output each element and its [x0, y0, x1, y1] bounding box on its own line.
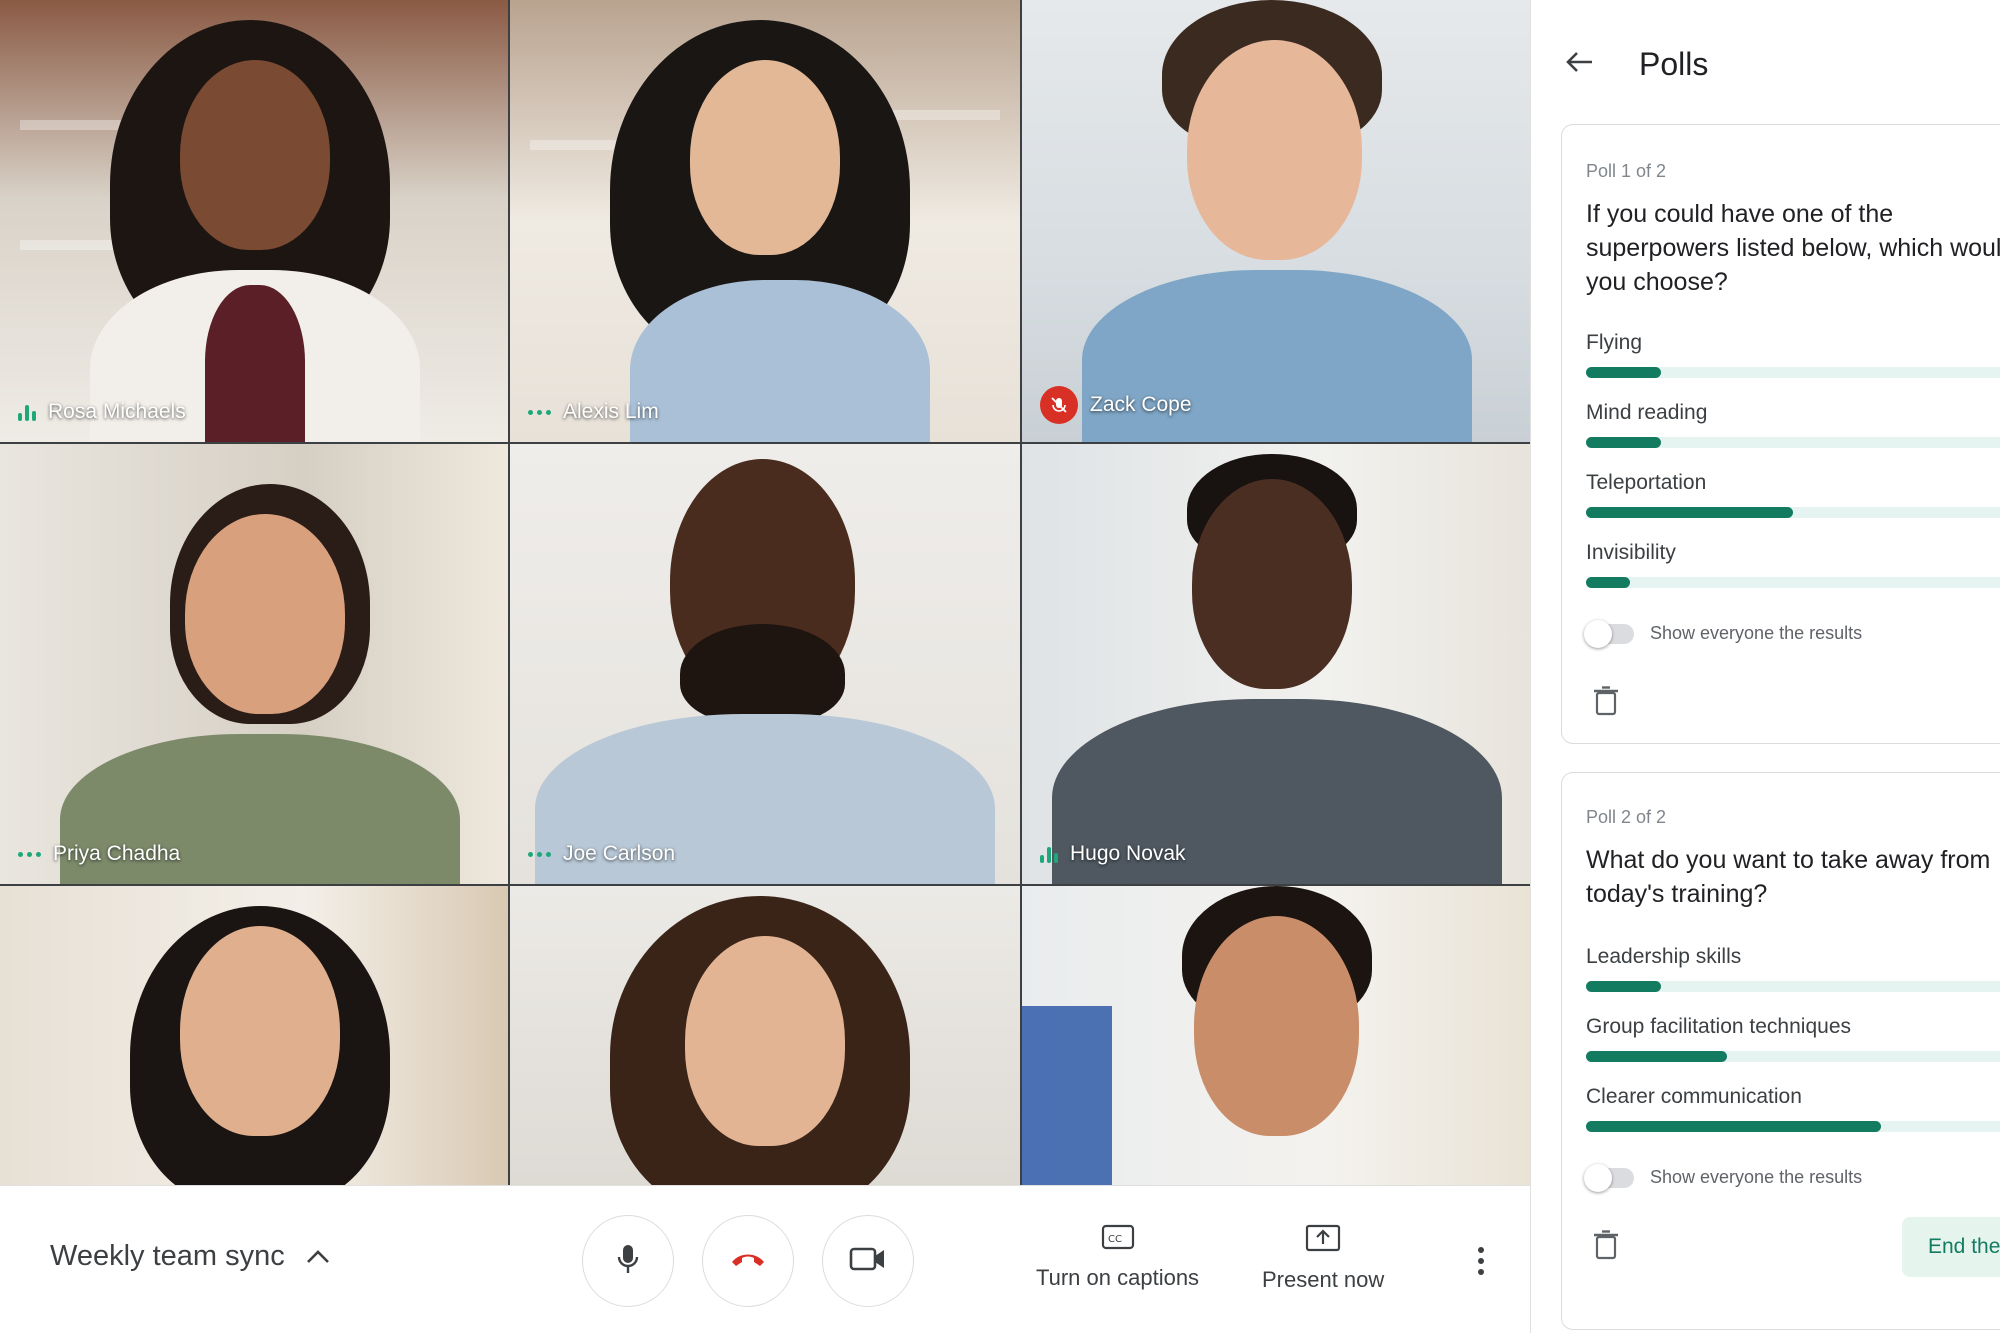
show-results-toggle[interactable]: Show everyone the results — [1584, 619, 1863, 648]
camera-button[interactable] — [822, 1215, 914, 1307]
poll-option: Flying — [1586, 331, 2000, 378]
participant-tile-rosa[interactable]: Rosa Michaels — [0, 0, 508, 442]
participant-video — [510, 886, 1020, 1185]
participant-video — [0, 0, 508, 442]
poll-card-1: Poll 1 of 2 If you could have one of the… — [1561, 124, 2000, 744]
hang-up-icon — [728, 1249, 768, 1274]
back-button[interactable] — [1561, 46, 1597, 82]
result-bar — [1586, 1121, 2000, 1132]
result-bar — [1586, 981, 2000, 992]
delete-poll-button[interactable] — [1588, 685, 1624, 721]
chevron-up-icon — [305, 1240, 331, 1273]
toggle-label: Show everyone the results — [1650, 623, 1863, 643]
speaking-indicator-icon — [18, 403, 36, 421]
toggle-switch[interactable] — [1584, 619, 1634, 648]
participant-tile-hugo[interactable]: Hugo Novak — [1022, 444, 1530, 884]
microphone-button[interactable] — [582, 1215, 674, 1307]
poll-option: Invisibility — [1586, 541, 2000, 588]
audio-dots-icon — [528, 851, 551, 857]
meeting-title: Weekly team sync — [50, 1240, 285, 1272]
present-icon — [1305, 1224, 1341, 1257]
toggle-label: Show everyone the results — [1650, 1167, 1863, 1187]
participant-name: Joe Carlson — [563, 842, 676, 865]
poll-question: If you could have one of the superpowers… — [1586, 200, 2000, 296]
mic-off-icon — [1040, 386, 1078, 424]
result-bar — [1586, 367, 2000, 378]
participant-name: Priya Chadha — [53, 842, 181, 865]
show-results-toggle[interactable]: Show everyone the results — [1584, 1163, 1863, 1192]
participant-tile-8[interactable] — [510, 886, 1020, 1185]
poll-option: Mind reading — [1586, 401, 2000, 448]
camera-icon — [849, 1246, 887, 1277]
participant-video — [0, 886, 508, 1185]
svg-text:CC: CC — [1108, 1234, 1122, 1245]
participant-name: Zack Cope — [1090, 393, 1192, 416]
trash-icon — [1593, 685, 1619, 721]
poll-option: Clearer communication — [1586, 1085, 2000, 1132]
meeting-details-toggle[interactable]: Weekly team sync — [50, 1240, 331, 1273]
result-bar — [1586, 437, 2000, 448]
polls-panel: Polls Poll 1 of 2 If you could have one … — [1530, 0, 2000, 1333]
present-label: Present now — [1262, 1267, 1385, 1292]
participant-video — [510, 444, 1020, 884]
poll-option: Leadership skills — [1586, 945, 2000, 992]
poll-question: What do you want to take away from today… — [1586, 846, 1991, 908]
poll-counter: Poll 1 of 2 — [1586, 161, 1667, 181]
delete-poll-button[interactable] — [1588, 1229, 1624, 1265]
option-label: Leadership skills — [1586, 945, 1742, 968]
participant-tile-7[interactable] — [0, 886, 508, 1185]
poll-option: Teleportation — [1586, 471, 2000, 518]
panel-title: Polls — [1639, 46, 1709, 82]
captions-icon: CC — [1101, 1224, 1135, 1255]
video-grid: Rosa Michaels Alexis Lim Zack Cope Priya… — [0, 0, 1530, 1185]
microphone-icon — [615, 1243, 641, 1280]
participant-video — [510, 0, 1020, 442]
end-poll-button[interactable]: End the poll — [1902, 1217, 2000, 1277]
more-vert-icon — [1478, 1247, 1484, 1253]
participant-name: Alexis Lim — [563, 400, 659, 423]
speaking-indicator-icon — [1040, 845, 1058, 863]
participant-tile-alexis[interactable]: Alexis Lim — [510, 0, 1020, 442]
participant-video — [1022, 886, 1530, 1185]
participant-video — [1022, 444, 1530, 884]
poll-counter: Poll 2 of 2 — [1586, 807, 1667, 827]
result-bar — [1586, 1051, 2000, 1062]
participant-tile-priya[interactable]: Priya Chadha — [0, 444, 508, 884]
participant-tile-joe[interactable]: Joe Carlson — [510, 444, 1020, 884]
poll-option: Group facilitation techniques — [1586, 1015, 2000, 1062]
result-bar — [1586, 507, 2000, 518]
toggle-switch[interactable] — [1584, 1163, 1634, 1192]
option-label: Flying — [1586, 331, 1643, 354]
option-label: Group facilitation techniques — [1586, 1015, 1851, 1038]
participant-name: Rosa Michaels — [48, 400, 186, 423]
participant-video — [1022, 0, 1530, 442]
trash-icon — [1593, 1229, 1619, 1265]
result-bar — [1586, 577, 2000, 588]
bottom-control-bar: Weekly team sync CC Turn on captions Pre… — [0, 1185, 1530, 1333]
arrow-back-icon — [1564, 50, 1594, 79]
captions-button[interactable]: CC Turn on captions — [1036, 1224, 1199, 1291]
poll-card-2: Poll 2 of 2 What do you want to take awa… — [1561, 772, 2000, 1330]
option-label: Invisibility — [1586, 541, 1676, 564]
audio-dots-icon — [528, 409, 551, 415]
leave-call-button[interactable] — [702, 1215, 794, 1307]
option-label: Mind reading — [1586, 401, 1708, 424]
audio-dots-icon — [18, 851, 41, 857]
present-button[interactable]: Present now — [1262, 1224, 1384, 1293]
participant-tile-zack[interactable]: Zack Cope — [1022, 0, 1530, 442]
captions-label: Turn on captions — [1036, 1265, 1200, 1290]
participant-name: Hugo Novak — [1070, 842, 1186, 865]
option-label: Clearer communication — [1586, 1085, 1802, 1108]
participant-video — [0, 444, 508, 884]
more-options-button[interactable] — [1468, 1241, 1494, 1281]
participant-tile-9[interactable] — [1022, 886, 1530, 1185]
option-label: Teleportation — [1586, 471, 1707, 494]
